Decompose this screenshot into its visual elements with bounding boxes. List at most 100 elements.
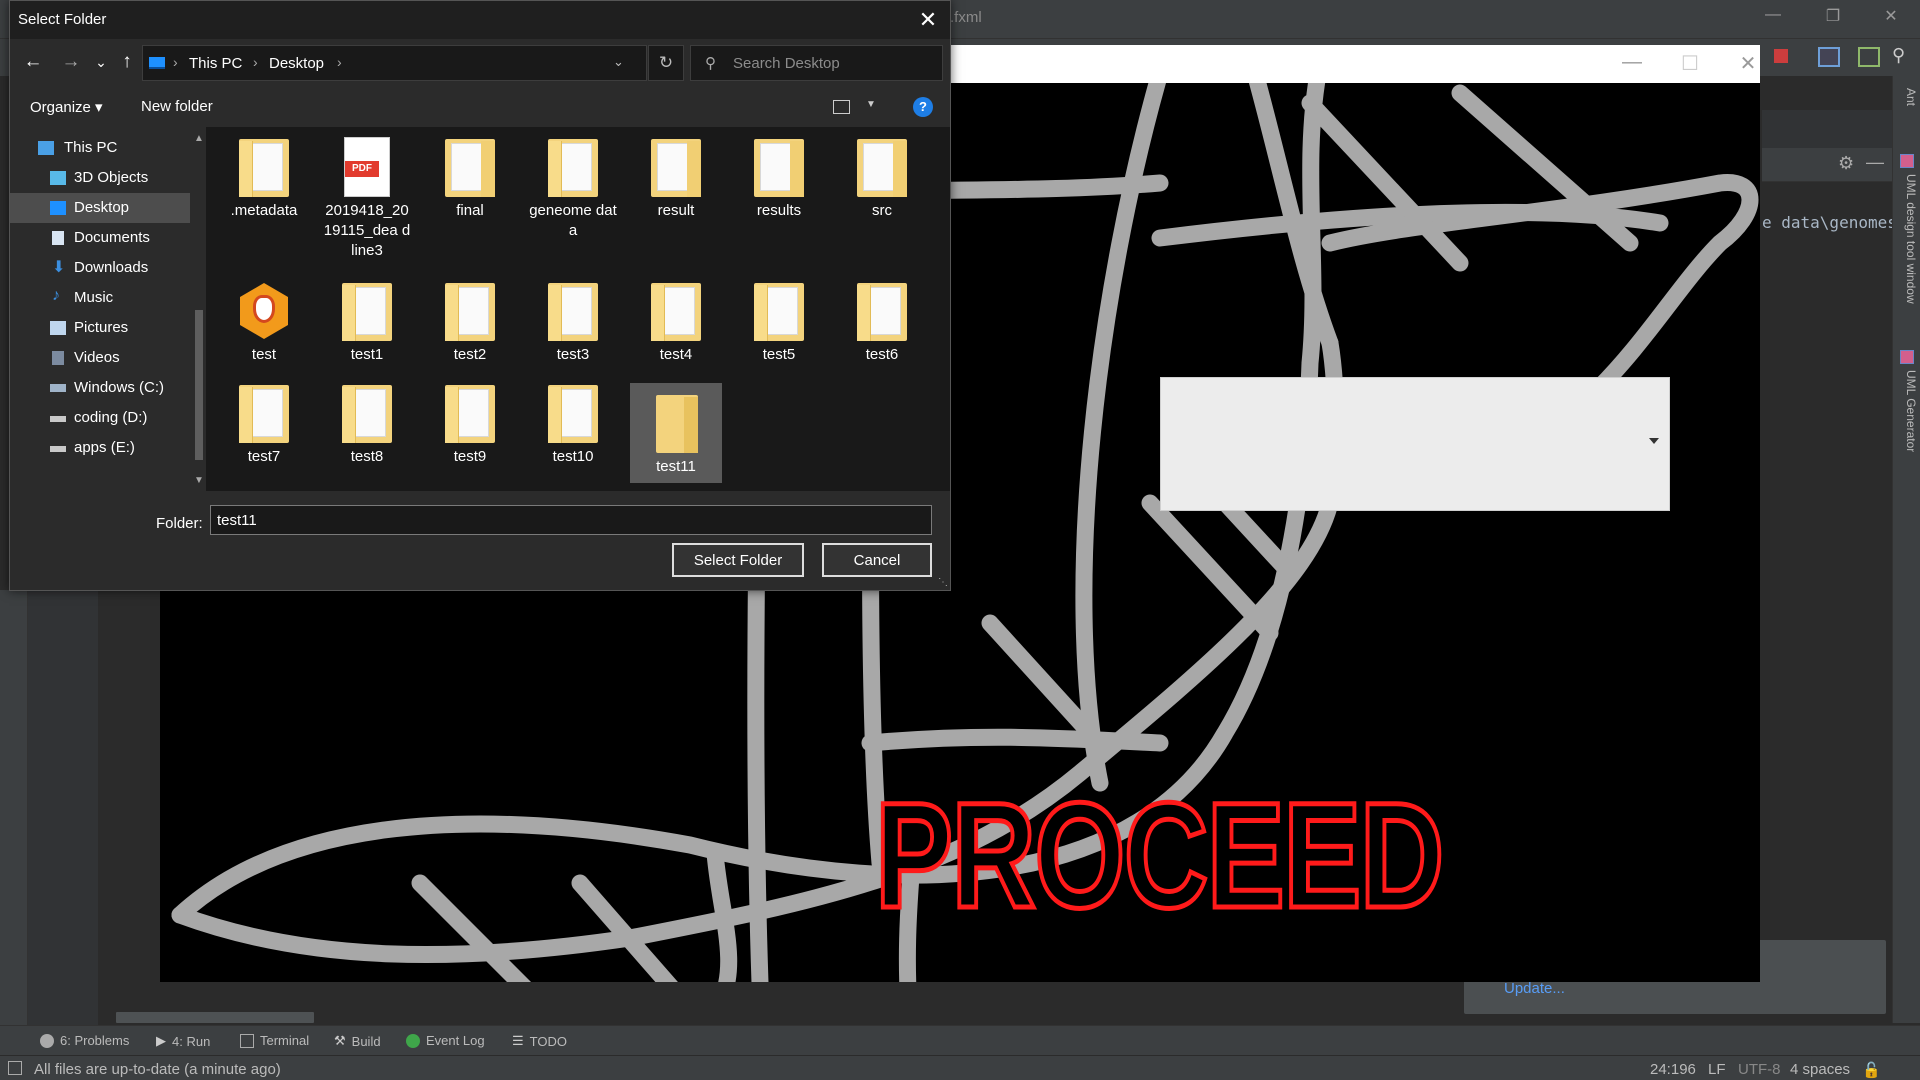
stop-icon[interactable] bbox=[1774, 49, 1788, 63]
app-maximize-button[interactable]: ☐ bbox=[1670, 51, 1710, 76]
nav-item-videos[interactable]: Videos bbox=[10, 343, 190, 373]
tab-event-log[interactable]: Event Log bbox=[406, 1033, 485, 1048]
select-folder-button[interactable]: Select Folder bbox=[672, 543, 804, 577]
folder-item[interactable]: geneome data bbox=[527, 127, 619, 241]
caret-position[interactable]: 24:196 bbox=[1650, 1061, 1696, 1078]
tab-todo[interactable]: ☰ TODO bbox=[512, 1033, 567, 1049]
search-everywhere-icon[interactable]: ⚲ bbox=[1892, 45, 1914, 65]
line-separator[interactable]: LF bbox=[1708, 1061, 1726, 1078]
folder-item-selected[interactable]: test11 bbox=[630, 383, 722, 483]
scroll-down-icon[interactable]: ▼ bbox=[194, 475, 204, 486]
nav-item-windows-c[interactable]: Windows (C:) bbox=[10, 373, 190, 403]
hide-panel-icon[interactable]: — bbox=[1866, 152, 1884, 173]
breadcrumb-desktop[interactable]: Desktop bbox=[269, 55, 324, 72]
folder-item[interactable]: test6 bbox=[836, 271, 928, 365]
address-bar[interactable]: › This PC › Desktop › ⌄ bbox=[142, 45, 647, 81]
app-minimize-button[interactable]: — bbox=[1612, 51, 1652, 74]
folder-item[interactable]: src bbox=[836, 127, 928, 221]
folder-item[interactable]: test8 bbox=[321, 373, 413, 467]
uml-design-tab[interactable]: UML design tool window bbox=[1904, 174, 1918, 304]
organize-button[interactable]: Organize ▾ bbox=[30, 98, 103, 116]
forward-icon[interactable]: → bbox=[58, 49, 84, 75]
view-dropdown-icon[interactable]: ▼ bbox=[866, 99, 876, 110]
new-folder-button[interactable]: New folder bbox=[141, 98, 213, 115]
back-icon[interactable]: ← bbox=[20, 49, 46, 75]
ide-window-title: .fxml bbox=[950, 9, 982, 26]
file-encoding[interactable]: UTF-8 bbox=[1738, 1061, 1781, 1078]
scrollbar-thumb[interactable] bbox=[195, 310, 203, 460]
app-file-item[interactable]: test bbox=[218, 271, 310, 365]
editor-horizontal-scrollbar[interactable] bbox=[116, 1012, 314, 1023]
folder-name-input[interactable] bbox=[210, 505, 932, 535]
folder-icon bbox=[339, 279, 395, 343]
folder-item[interactable]: final bbox=[424, 127, 516, 221]
ide-restore-button[interactable]: ❐ bbox=[1818, 6, 1848, 26]
status-toggle-icon[interactable] bbox=[8, 1061, 22, 1075]
nav-item-label: This PC bbox=[64, 139, 118, 156]
tab-problems[interactable]: 6: Problems bbox=[40, 1033, 129, 1048]
tab-build[interactable]: ⚒ Build bbox=[334, 1033, 381, 1049]
breadcrumb-separator[interactable]: › bbox=[253, 54, 258, 70]
app-close-button[interactable]: ✕ bbox=[1728, 51, 1760, 76]
search-box[interactable]: ⚲ bbox=[690, 45, 943, 81]
scroll-up-icon[interactable]: ▲ bbox=[194, 133, 204, 144]
update-link[interactable]: Update... bbox=[1504, 980, 1565, 997]
breadcrumb-separator[interactable]: › bbox=[173, 54, 178, 70]
resize-grip-icon[interactable]: ⋱ bbox=[938, 577, 948, 588]
nav-item-label: 3D Objects bbox=[74, 169, 149, 186]
folder-item[interactable]: test2 bbox=[424, 271, 516, 365]
nav-item-3d-objects[interactable]: 3D Objects bbox=[10, 163, 190, 193]
folder-item[interactable]: test3 bbox=[527, 271, 619, 365]
drive-icon bbox=[50, 384, 66, 392]
breadcrumb-this-pc[interactable]: This PC bbox=[189, 55, 242, 72]
problems-icon bbox=[40, 1033, 54, 1048]
dialog-close-button[interactable]: ✕ bbox=[910, 5, 946, 35]
nav-item-downloads[interactable]: ⬇ Downloads bbox=[10, 253, 190, 283]
nav-item-this-pc[interactable]: This PC bbox=[10, 133, 190, 163]
ide-minimize-button[interactable]: — bbox=[1758, 6, 1788, 24]
nav-item-coding-d[interactable]: coding (D:) bbox=[10, 403, 190, 433]
selection-combo-box[interactable] bbox=[1160, 377, 1670, 511]
chevron-down-icon[interactable] bbox=[1649, 438, 1659, 444]
nav-item-pictures[interactable]: Pictures bbox=[10, 313, 190, 343]
folder-item[interactable]: test9 bbox=[424, 373, 516, 467]
pdf-file-item[interactable]: PDF 2019418_20 19115_dea dline3 bbox=[321, 127, 413, 261]
project-structure-icon[interactable] bbox=[1818, 47, 1840, 67]
dialog-title: Select Folder bbox=[18, 11, 107, 28]
nav-item-desktop[interactable]: Desktop bbox=[10, 193, 190, 223]
help-button[interactable]: ? bbox=[913, 97, 933, 117]
nav-item-apps-e[interactable]: apps (E:) bbox=[10, 433, 190, 463]
folder-item[interactable]: test10 bbox=[527, 373, 619, 467]
gear-icon[interactable]: ⚙ bbox=[1838, 153, 1854, 174]
file-list: .metadata PDF 2019418_20 19115_dea dline… bbox=[206, 127, 950, 491]
up-folder-icon[interactable]: ↑ bbox=[114, 49, 140, 75]
address-dropdown-icon[interactable]: ⌄ bbox=[613, 54, 624, 70]
nav-item-documents[interactable]: Documents bbox=[10, 223, 190, 253]
search-input[interactable] bbox=[731, 46, 937, 80]
pictures-icon bbox=[50, 321, 66, 335]
indent-setting[interactable]: 4 spaces bbox=[1790, 1061, 1850, 1078]
proceed-button[interactable]: PROCEED bbox=[873, 778, 1446, 933]
uml-generator-tab[interactable]: UML Generator bbox=[1904, 370, 1918, 452]
tab-terminal[interactable]: Terminal bbox=[240, 1033, 309, 1048]
nav-item-music[interactable]: ♪ Music bbox=[10, 283, 190, 313]
cancel-button[interactable]: Cancel bbox=[822, 543, 932, 577]
lock-icon[interactable]: 🔓 bbox=[1862, 1061, 1881, 1079]
breadcrumb-separator[interactable]: › bbox=[337, 54, 342, 70]
tab-run[interactable]: ▶ 4: Run bbox=[156, 1033, 210, 1049]
refresh-button[interactable]: ↻ bbox=[648, 45, 684, 81]
ide-close-button[interactable]: ✕ bbox=[1876, 6, 1906, 26]
folder-item[interactable]: .metadata bbox=[218, 127, 310, 221]
recent-locations-icon[interactable]: ⌄ bbox=[88, 49, 114, 75]
view-options-icon[interactable] bbox=[833, 100, 850, 114]
folder-item[interactable]: test1 bbox=[321, 271, 413, 365]
navigation-scrollbar[interactable]: ▲ ▼ bbox=[192, 127, 206, 491]
folder-item[interactable]: test5 bbox=[733, 271, 825, 365]
ant-tab[interactable]: Ant bbox=[1904, 88, 1918, 106]
folder-item[interactable]: test4 bbox=[630, 271, 722, 365]
folder-item[interactable]: results bbox=[733, 127, 825, 221]
layout-icon[interactable] bbox=[1858, 47, 1880, 67]
folder-item[interactable]: result bbox=[630, 127, 722, 221]
folder-icon bbox=[545, 381, 601, 445]
folder-item[interactable]: test7 bbox=[218, 373, 310, 467]
